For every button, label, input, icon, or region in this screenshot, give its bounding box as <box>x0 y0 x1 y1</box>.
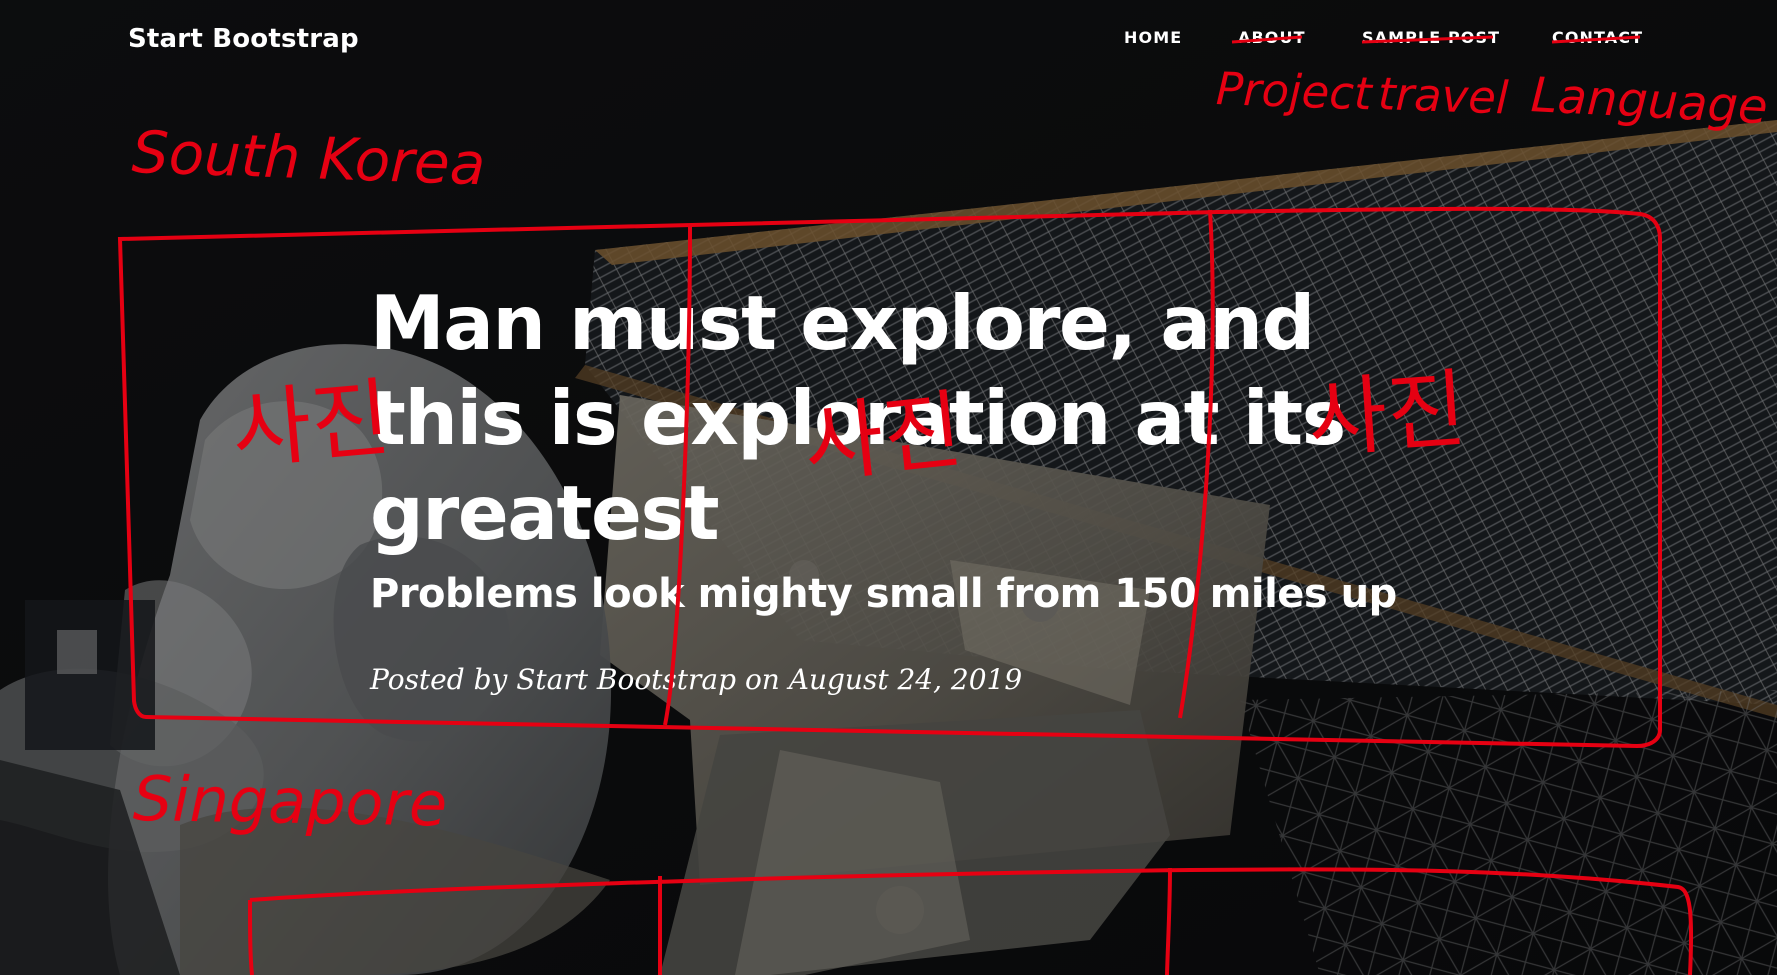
post-title: Man must explore, and this is exploratio… <box>370 279 1346 557</box>
nav-links: Home About Sample Post Contact <box>1100 28 1660 56</box>
nav-about-link[interactable]: About <box>1238 28 1306 47</box>
nav-contact-link[interactable]: Contact <box>1552 28 1643 47</box>
blog-page: Start Bootstrap Home About Sample Post C… <box>0 0 1777 975</box>
nav-sample-post-link[interactable]: Sample Post <box>1362 28 1500 47</box>
post-heading: Man must explore, and this is exploratio… <box>370 276 1397 696</box>
nav-home-link[interactable]: Home <box>1124 28 1182 47</box>
site-brand-link[interactable]: Start Bootstrap <box>128 24 359 54</box>
post-meta: Posted by Start Bootstrap on August 24, … <box>370 663 1023 696</box>
top-navbar: Start Bootstrap Home About Sample Post C… <box>0 0 1777 82</box>
post-subtitle: Problems look mighty small from 150 mile… <box>370 571 1397 617</box>
